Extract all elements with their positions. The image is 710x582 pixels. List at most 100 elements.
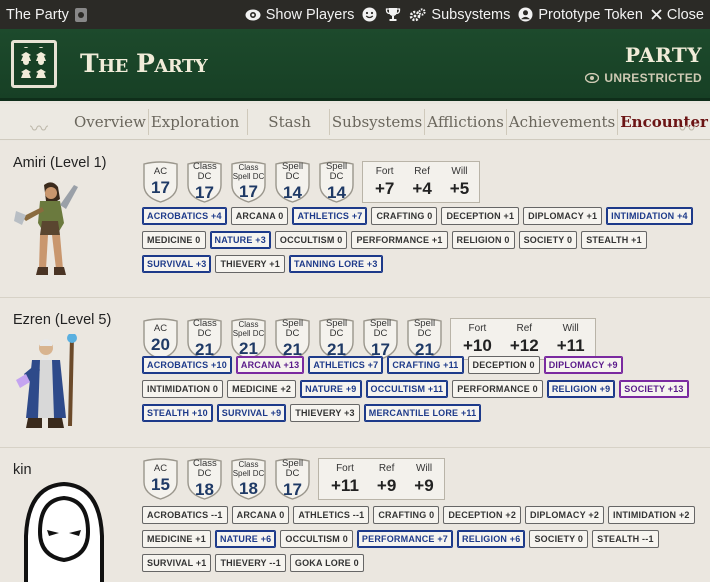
skill-chip[interactable]: NATURE +9 [300, 380, 362, 398]
skill-chip[interactable]: TANNING LORE +3 [288, 255, 383, 273]
skill-chip[interactable]: OCCULTISM 0 [280, 530, 353, 548]
skill-chip[interactable]: CRAFTING +11 [387, 356, 464, 374]
skill-chip[interactable]: SURVIVAL +3 [142, 255, 212, 273]
save-fort[interactable]: Fort +11 [331, 459, 359, 499]
skill-chip[interactable]: RELIGION +6 [457, 530, 526, 548]
skill-chip[interactable]: STEALTH +1 [581, 231, 647, 249]
skill-chip[interactable]: MEDICINE +2 [227, 380, 297, 398]
tab-exploration[interactable]: Exploration [149, 109, 249, 135]
skill-chip[interactable]: SOCIETY 0 [529, 530, 589, 548]
skill-chip[interactable]: RELIGION 0 [451, 231, 515, 249]
trophy-button[interactable] [385, 7, 401, 22]
amiri-portrait[interactable] [14, 177, 84, 281]
save-ref[interactable]: Ref +12 [510, 319, 539, 359]
skill-chip[interactable]: ARCANA +13 [235, 356, 305, 374]
tab-overview[interactable]: Overview [72, 109, 149, 135]
window-titlebar[interactable]: The Party Show Players Subsystems Protot… [0, 0, 710, 29]
skill-chip[interactable]: CRAFTING 0 [373, 506, 440, 524]
skill-chip[interactable]: INTIMIDATION +2 [608, 506, 695, 524]
skill-chip[interactable]: DIPLOMACY +2 [525, 506, 605, 524]
member-name[interactable]: kin [13, 462, 32, 478]
skill-chip[interactable]: ACROBATICS +4 [142, 207, 227, 225]
skill-chip[interactable]: PERFORMANCE 0 [452, 380, 543, 398]
skill-chip[interactable]: OCCULTISM +11 [365, 380, 449, 398]
skill-chip[interactable]: PERFORMANCE +7 [356, 530, 453, 548]
skill-chip[interactable]: DECEPTION 0 [467, 356, 540, 374]
defense-label: Spell DC [281, 318, 304, 339]
subsystems-button[interactable]: Subsystems [409, 7, 510, 23]
skill-chip[interactable]: ATHLETICS +7 [308, 356, 384, 374]
save-label: Ref [516, 322, 533, 334]
skill-chip[interactable]: CRAFTING 0 [371, 207, 438, 225]
skill-chip[interactable]: INTIMIDATION 0 [142, 380, 224, 398]
tab-stash[interactable]: Stash [248, 109, 330, 135]
skill-chip[interactable]: SURVIVAL +1 [142, 554, 212, 572]
class-spell-dc-shield: Class Spell DC 17 [230, 161, 267, 203]
flourish-left-icon: 〰 [30, 119, 48, 139]
save-ref[interactable]: Ref +4 [412, 162, 431, 202]
skill-chip[interactable]: SOCIETY +13 [619, 380, 689, 398]
skill-chip[interactable]: NATURE +6 [214, 530, 277, 548]
user-circle-icon [518, 7, 533, 22]
prototype-token-button[interactable]: Prototype Token [518, 7, 643, 23]
skill-chip[interactable]: ACROBATICS +10 [142, 356, 232, 374]
tab-achievements[interactable]: Achievements [507, 109, 619, 135]
save-ref[interactable]: Ref +9 [377, 459, 396, 499]
ac-shield: AC 15 [142, 458, 179, 500]
tab-afflictions[interactable]: Afflictions [425, 109, 507, 135]
skill-chip[interactable]: RELIGION +9 [546, 380, 616, 398]
defense-label: Class Spell DC [232, 460, 265, 478]
tab-subsystems[interactable]: Subsystems [330, 109, 426, 135]
defense-label: Class Spell DC [232, 163, 265, 181]
skill-chip[interactable]: MEDICINE 0 [142, 231, 206, 249]
close-button[interactable]: Close [651, 7, 704, 23]
skill-chip[interactable]: MEDICINE +1 [142, 530, 211, 548]
skill-chip[interactable]: DECEPTION +1 [441, 207, 520, 225]
skill-chip[interactable]: PERFORMANCE +1 [351, 231, 448, 249]
skill-chip[interactable]: STEALTH --1 [592, 530, 659, 548]
save-value: +7 [375, 178, 395, 198]
save-fort[interactable]: Fort +10 [463, 319, 492, 359]
smiley-button[interactable] [362, 7, 377, 22]
ezren-portrait[interactable] [14, 334, 84, 434]
defense-value: 18 [195, 480, 214, 499]
skill-chip[interactable]: ATHLETICS --1 [293, 506, 370, 524]
class-dc-shield: Class DC 18 [186, 458, 223, 500]
skill-chip[interactable]: DECEPTION +2 [443, 506, 522, 524]
skill-list: ACROBATICS --1 ARCANA 0 ATHLETICS --1 CRAFT… [142, 506, 702, 572]
save-label: Will [451, 165, 468, 177]
save-will[interactable]: Will +11 [557, 319, 585, 359]
kin-portrait[interactable] [14, 480, 114, 582]
skill-chip[interactable]: NATURE +3 [209, 231, 271, 249]
skill-chip[interactable]: THIEVERY +1 [215, 255, 285, 273]
visibility-indicator[interactable]: UNRESTRICTED [585, 71, 702, 85]
class-spell-dc-shield: Class Spell DC 21 [230, 318, 267, 360]
show-players-button[interactable]: Show Players [245, 7, 354, 23]
skill-chip[interactable]: SURVIVAL +9 [216, 404, 287, 422]
skill-chip[interactable]: DIPLOMACY +1 [523, 207, 603, 225]
save-fort[interactable]: Fort +7 [375, 162, 394, 202]
defense-label: Class DC [193, 318, 217, 339]
skill-chip[interactable]: OCCULTISM 0 [274, 231, 348, 249]
tab-encounter[interactable]: Encounter [618, 109, 710, 135]
skill-chip[interactable]: DIPLOMACY +9 [543, 356, 623, 374]
skill-chip[interactable]: ARCANA 0 [231, 506, 290, 524]
member-name[interactable]: Ezren (Level 5) [13, 312, 111, 328]
save-will[interactable]: Will +9 [414, 459, 433, 499]
skill-chip[interactable]: GOKA LORE 0 [289, 554, 364, 572]
sheet-config-icon[interactable] [74, 7, 87, 22]
skill-chip[interactable]: ARCANA 0 [230, 207, 289, 225]
skill-list: ACROBATICS +4 ARCANA 0 ATHLETICS +7 CRAFTIN… [142, 207, 702, 273]
skill-chip[interactable]: ATHLETICS +7 [292, 207, 368, 225]
skill-chip[interactable]: MERCANTILE LORE +11 [363, 404, 482, 422]
skill-chip[interactable]: ACROBATICS --1 [142, 506, 228, 524]
skill-chip[interactable]: SOCIETY 0 [518, 231, 578, 249]
skill-chip[interactable]: STEALTH +10 [142, 404, 213, 422]
member-name[interactable]: Amiri (Level 1) [13, 155, 106, 171]
party-title: The Party [80, 49, 208, 78]
skill-chip[interactable]: INTIMIDATION +4 [606, 207, 693, 225]
smiley-icon [362, 7, 377, 22]
skill-chip[interactable]: THIEVERY +3 [290, 404, 360, 422]
skill-chip[interactable]: THIEVERY --1 [215, 554, 286, 572]
save-will[interactable]: Will +5 [450, 162, 469, 202]
